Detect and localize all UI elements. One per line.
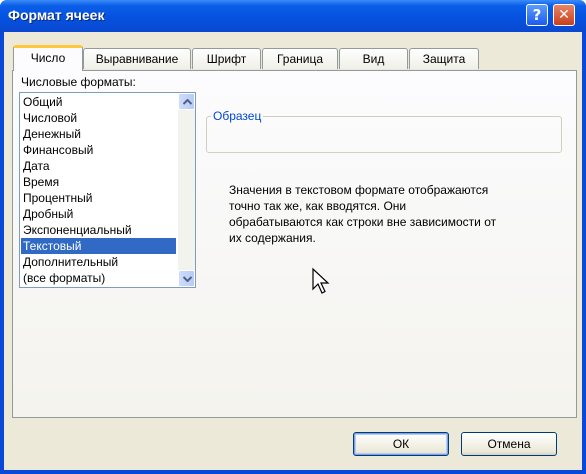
help-button[interactable]: ? (526, 4, 548, 26)
tab-panel-number: Числовые форматы: Общий Числовой Денежны… (12, 70, 577, 418)
close-button[interactable]: ✕ (553, 4, 575, 26)
description-line: Значения в текстовом формате отображаютс… (229, 183, 489, 197)
tab-font[interactable]: Шрифт (192, 48, 261, 69)
sample-label: Образец (211, 109, 264, 123)
list-item-scientific[interactable]: Экспоненциальный (21, 222, 176, 238)
list-scrollbar[interactable] (178, 93, 195, 287)
mouse-cursor-icon (312, 267, 330, 294)
list-item-custom[interactable]: (все форматы) (21, 270, 176, 286)
description-line: точно так же, как вводятся. Они (229, 199, 407, 213)
ok-button[interactable]: ОК (353, 432, 449, 456)
description-line: их содержания. (229, 231, 316, 245)
number-formats-label: Числовые форматы: (21, 75, 136, 89)
scroll-down-button[interactable] (178, 270, 195, 287)
title-bar[interactable]: Формат ячеек ? ✕ (0, 0, 586, 32)
scroll-up-button[interactable] (178, 93, 195, 110)
dialog-window: Формат ячеек ? ✕ Число Выравнивание Шриф… (0, 0, 586, 474)
tab-border[interactable]: Граница (262, 48, 338, 69)
list-item-currency[interactable]: Денежный (21, 126, 176, 142)
chevron-up-icon (183, 99, 192, 105)
list-item-general[interactable]: Общий (21, 94, 176, 110)
tab-alignment[interactable]: Выравнивание (83, 48, 191, 69)
list-item-text-selected[interactable]: Текстовый (21, 238, 176, 254)
description-line: обрабатываются как строки вне зависимост… (229, 215, 497, 229)
tab-view[interactable]: Вид (339, 48, 408, 69)
format-description: Значения в текстовом формате отображаютс… (229, 182, 529, 246)
tab-protection[interactable]: Защита (409, 48, 479, 69)
list-item-fraction[interactable]: Дробный (21, 206, 176, 222)
chevron-down-icon (183, 276, 192, 282)
list-item-special[interactable]: Дополнительный (21, 254, 176, 270)
list-item-percentage[interactable]: Процентный (21, 190, 176, 206)
cancel-button[interactable]: Отмена (461, 432, 557, 456)
tab-number[interactable]: Число (13, 45, 83, 71)
window-title: Формат ячеек (8, 7, 105, 23)
dialog-body: Число Выравнивание Шрифт Граница Вид Защ… (4, 32, 582, 470)
list-item-date[interactable]: Дата (21, 158, 176, 174)
list-item-time[interactable]: Время (21, 174, 176, 190)
list-item-accounting[interactable]: Финансовый (21, 142, 176, 158)
list-item-number[interactable]: Числовой (21, 110, 176, 126)
number-formats-list[interactable]: Общий Числовой Денежный Финансовый Дата … (19, 92, 196, 288)
